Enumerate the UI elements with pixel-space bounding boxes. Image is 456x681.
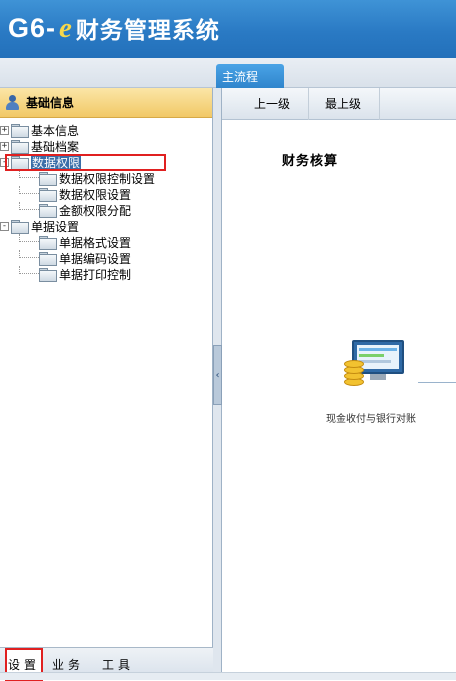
panel-title-label: 基础信息 [26, 96, 75, 110]
tree-connector [19, 250, 39, 258]
tree-node-data-permission-setting[interactable]: 数据权限设置 [0, 186, 212, 202]
user-icon [4, 94, 20, 111]
tree-node-document-format[interactable]: 单据格式设置 [0, 234, 212, 250]
tree-node-basic-info[interactable]: + 基本信息 [0, 122, 212, 138]
tab-main-flow[interactable]: 主流程 [216, 64, 284, 88]
folder-icon [39, 236, 57, 250]
section-title: 财务核算 [282, 154, 339, 169]
expand-icon[interactable]: + [0, 125, 9, 135]
tree-node-document-code[interactable]: 单据编码设置 [0, 250, 212, 266]
highlight-box [5, 154, 166, 171]
tree-connector [19, 202, 39, 210]
collapse-panel-icon[interactable]: ‹ [213, 345, 222, 405]
tree-node-data-permission-control[interactable]: 数据权限控制设置 [0, 170, 212, 186]
left-panel: 基础信息 + 基本信息 + 基础档案 - 数据权限 数据权限控制设置 数据权限设… [0, 88, 213, 680]
flow-item-label[interactable]: 现金收付与银行对账 [326, 410, 416, 425]
tree-node-label[interactable]: 单据打印控制 [59, 266, 131, 283]
tree-node-label[interactable]: 数据权限控制设置 [59, 170, 155, 187]
expand-icon[interactable]: + [0, 141, 9, 151]
main-content: 上一级 最上级 财务核算 [222, 87, 456, 680]
nav-toolbar: 上一级 最上级 [222, 87, 456, 120]
folder-icon [11, 124, 29, 138]
tree-connector [19, 170, 39, 178]
tree-node-basic-archive[interactable]: + 基础档案 [0, 138, 212, 154]
cash-bank-reconciliation-icon[interactable] [344, 340, 406, 392]
folder-icon [39, 188, 57, 202]
horizontal-scrollbar[interactable] [0, 672, 456, 680]
logo-name: 财务管理系统 [75, 18, 220, 44]
collapse-icon[interactable]: - [0, 221, 9, 231]
tree-node-label[interactable]: 单据设置 [31, 218, 79, 235]
tree-connector [19, 186, 39, 194]
flow-connector-line [418, 382, 456, 383]
folder-icon [39, 172, 57, 186]
tree-node-document-print[interactable]: 单据打印控制 [0, 266, 212, 282]
folder-icon [11, 220, 29, 234]
tree-node-label[interactable]: 数据权限设置 [59, 186, 131, 203]
app-logo: G6- e 财务管理系统 [8, 8, 220, 48]
tree-node-label[interactable]: 单据格式设置 [59, 234, 131, 251]
tree-connector [19, 234, 39, 242]
folder-icon [39, 268, 57, 282]
up-one-level-button[interactable]: 上一级 [222, 87, 310, 120]
folder-icon [39, 204, 57, 218]
folder-icon [39, 252, 57, 266]
top-level-button[interactable]: 最上级 [309, 87, 381, 120]
app-header: G6- e 财务管理系统 [0, 0, 456, 58]
tree-node-label[interactable]: 基础档案 [31, 138, 79, 155]
tree-node-amount-permission[interactable]: 金额权限分配 [0, 202, 212, 218]
tree-connector [19, 266, 39, 274]
tree-node-label[interactable]: 单据编码设置 [59, 250, 131, 267]
tree-node-document-settings[interactable]: - 单据设置 [0, 218, 212, 234]
folder-icon [11, 140, 29, 154]
tree-node-label[interactable]: 金额权限分配 [59, 202, 131, 219]
panel-title: 基础信息 [0, 88, 212, 118]
settings-tree: + 基本信息 + 基础档案 - 数据权限 数据权限控制设置 数据权限设置 金额权… [0, 118, 212, 282]
logo-e: e [59, 11, 73, 44]
logo-brand: G6- [8, 12, 57, 43]
tree-node-label[interactable]: 基本信息 [31, 122, 79, 139]
